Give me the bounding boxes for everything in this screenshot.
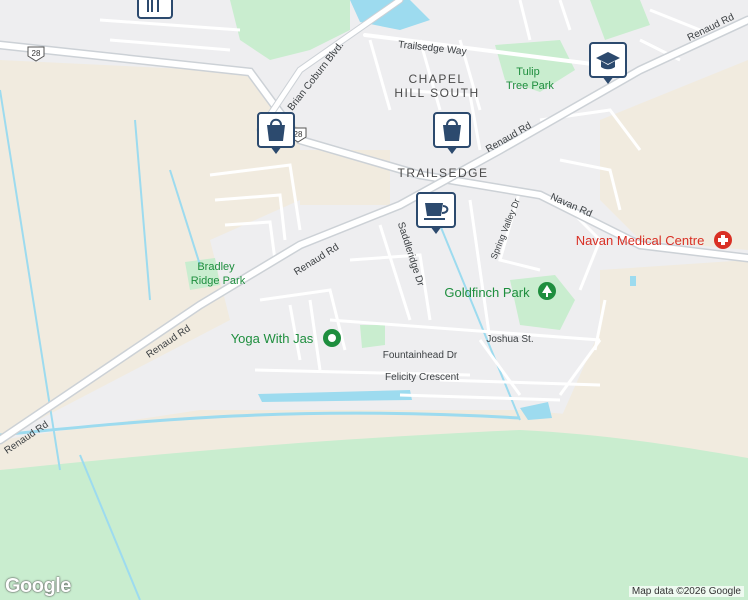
road-label-joshua: Joshua St.: [486, 334, 533, 345]
poi-label-medical: Navan Medical Centre: [576, 233, 705, 248]
svg-text:28: 28: [32, 49, 41, 58]
road-label-felicity: Felicity Crescent: [385, 372, 459, 383]
poi-label-yoga: Yoga With Jas: [231, 331, 314, 346]
map-attribution[interactable]: Map data ©2026 Google: [628, 586, 744, 597]
map-canvas[interactable]: 28 28 CHAPEL HILL SOUTH TRAILSEDGE Trail…: [0, 0, 748, 600]
park-label-bradley-1: Bradley: [197, 261, 235, 273]
neighbourhood-label-trailsedge: TRAILSEDGE: [397, 166, 488, 180]
park-label-tulip-1: Tulip: [516, 66, 539, 78]
park-tree-icon: [538, 282, 556, 300]
neighbourhood-label-line-1: CHAPEL: [408, 72, 465, 86]
pin-shopping-1[interactable]: [257, 112, 295, 154]
pin-cafe[interactable]: [416, 192, 456, 234]
road-label-fountainhead: Fountainhead Dr: [383, 350, 458, 361]
pin-shopping-2[interactable]: [433, 112, 471, 154]
neighbourhood-label-line-2: HILL SOUTH: [394, 86, 479, 100]
park-small: [360, 325, 385, 348]
park-label-bradley-2: Ridge Park: [191, 275, 246, 287]
pin-restaurant[interactable]: [137, 0, 173, 19]
yoga-place-icon: [323, 329, 341, 347]
pond-small-east: [630, 276, 636, 286]
medical-icon: [714, 231, 732, 249]
google-logo: Google: [5, 575, 71, 597]
pin-school[interactable]: [589, 42, 627, 84]
park-label-goldfinch: Goldfinch Park: [444, 285, 530, 300]
park-label-tulip-2: Tree Park: [506, 80, 554, 92]
